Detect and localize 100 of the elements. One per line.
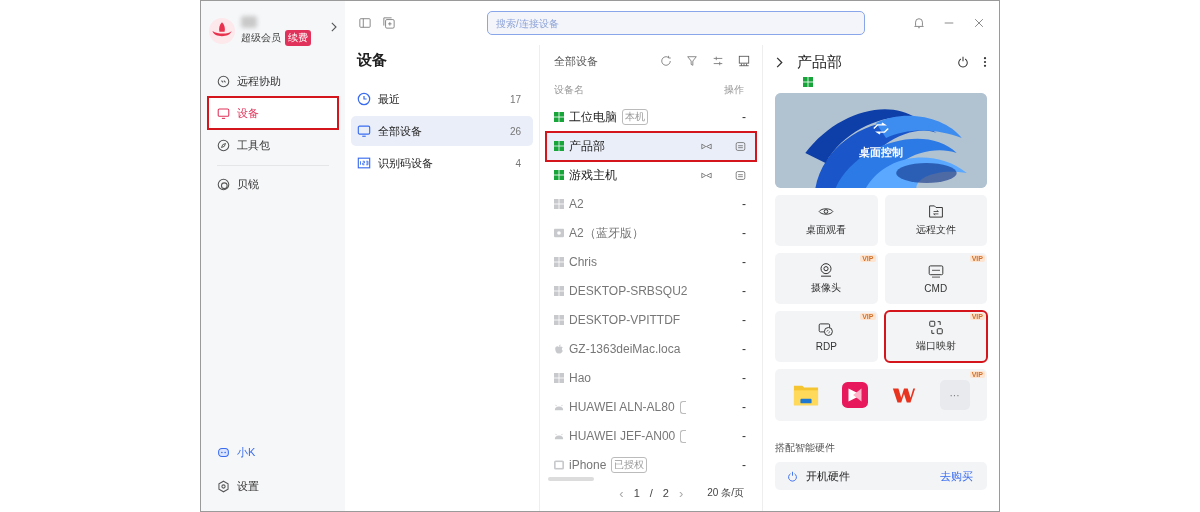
device-name: HUAWEI JEF-AN00 bbox=[569, 429, 676, 444]
windows-icon bbox=[554, 257, 564, 268]
refresh-icon[interactable] bbox=[660, 55, 672, 68]
device-row[interactable]: DESKTOP-VPITTDF - bbox=[546, 305, 756, 335]
device-name: HUAWEI ALN-AL80 bbox=[569, 400, 675, 415]
apple-icon bbox=[554, 344, 564, 355]
device-name: Hao bbox=[569, 371, 591, 386]
desktop-control-button[interactable]: 桌面控制 bbox=[775, 93, 987, 188]
page-size-select[interactable]: 20 条/页 bbox=[707, 486, 744, 501]
search-field[interactable]: 搜索/连接设备 bbox=[487, 11, 865, 35]
compass-icon bbox=[217, 138, 230, 152]
device-name: DESKTOP-SRBSQU2 bbox=[569, 284, 688, 299]
remote-control-icon[interactable] bbox=[701, 169, 712, 181]
action-tile[interactable]: 桌面观看 bbox=[775, 195, 878, 246]
clock-icon bbox=[357, 92, 371, 106]
renew-badge[interactable]: 续费 bbox=[285, 30, 311, 46]
device-name: Chris bbox=[569, 255, 597, 270]
chevron-right-icon[interactable] bbox=[330, 22, 337, 32]
device-row[interactable]: A2（蓝牙版） - bbox=[546, 218, 756, 248]
windows-icon bbox=[554, 141, 564, 152]
windows-icon bbox=[554, 170, 564, 181]
terminal-icon bbox=[927, 263, 944, 279]
action-dash: - bbox=[742, 342, 746, 357]
sidebar-item[interactable]: 设备 bbox=[209, 98, 337, 128]
action-tile[interactable]: 远程文件 bbox=[884, 195, 987, 246]
horizontal-scrollbar[interactable] bbox=[548, 476, 594, 481]
power-icon[interactable] bbox=[957, 56, 969, 68]
device-row[interactable]: iPhone 已授权 - bbox=[546, 450, 756, 480]
file-transfer-icon[interactable] bbox=[735, 169, 746, 181]
more-icon[interactable] bbox=[983, 56, 987, 68]
more-apps-button[interactable]: ··· bbox=[939, 380, 970, 410]
hero-label: 桌面控制 bbox=[859, 144, 903, 160]
group-item[interactable]: 全部设备 26 bbox=[351, 116, 533, 146]
windows-icon bbox=[554, 315, 564, 326]
bell-icon[interactable] bbox=[913, 17, 925, 29]
sidebar-toggle-icon[interactable] bbox=[359, 17, 371, 29]
device-row[interactable]: 游戏主机 bbox=[546, 160, 756, 190]
group-item[interactable]: 最近 17 bbox=[351, 84, 533, 114]
device-row[interactable]: GZ-1363deiMac.loca - bbox=[546, 334, 756, 364]
new-window-icon[interactable] bbox=[383, 17, 395, 29]
sidebar-item[interactable]: 设置 bbox=[209, 471, 337, 501]
close-icon[interactable] bbox=[973, 17, 985, 29]
folder-icon bbox=[927, 204, 944, 219]
device-row[interactable]: HUAWEI ALN-AL80 - bbox=[546, 392, 756, 422]
total-pages: 2 bbox=[662, 487, 669, 500]
membership-label: 超级会员 bbox=[241, 31, 281, 45]
column-header: 设备名 bbox=[554, 83, 584, 98]
link-icon bbox=[217, 74, 230, 88]
device-row[interactable]: 产品部 bbox=[546, 131, 756, 161]
action-dash: - bbox=[742, 458, 746, 473]
device-tag: 本机 bbox=[622, 109, 648, 126]
device-name: iPhone bbox=[569, 458, 607, 473]
sort-icon[interactable] bbox=[712, 55, 724, 68]
device-name: 工位电脑 bbox=[569, 108, 617, 126]
device-row[interactable]: Hao - bbox=[546, 363, 756, 393]
action-dash: - bbox=[742, 284, 746, 299]
avatar-logo[interactable] bbox=[209, 18, 235, 44]
windows-icon bbox=[554, 286, 564, 297]
device-name: 游戏主机 bbox=[569, 166, 617, 184]
device-name: A2 bbox=[569, 197, 584, 212]
device-name: 产品部 bbox=[569, 137, 605, 155]
remote-control-icon[interactable] bbox=[701, 140, 712, 152]
device-row[interactable]: DESKTOP-SRBSQU2 - bbox=[546, 276, 756, 306]
port-mapping-icon bbox=[927, 320, 944, 335]
ring-icon bbox=[217, 177, 230, 191]
device-row[interactable]: Chris - bbox=[546, 247, 756, 277]
file-transfer-icon[interactable] bbox=[735, 140, 746, 152]
monitor-icon bbox=[357, 124, 371, 138]
remote-desktop-icon bbox=[818, 321, 835, 337]
section-title: 设备 bbox=[357, 51, 388, 70]
action-dash: - bbox=[742, 110, 746, 125]
device-name: GZ-1363deiMac.loca bbox=[569, 342, 681, 357]
windows-icon bbox=[554, 199, 564, 210]
device-row[interactable]: A2 - bbox=[546, 189, 756, 219]
sidebar-item[interactable]: 远程协助 bbox=[209, 66, 337, 96]
device-tag: 已授权 bbox=[611, 457, 648, 474]
action-dash: - bbox=[742, 197, 746, 212]
filter-icon[interactable] bbox=[686, 55, 698, 68]
hardware-label: 开机硬件 bbox=[806, 468, 851, 484]
action-dash: - bbox=[742, 429, 746, 444]
chevron-right-icon[interactable] bbox=[775, 56, 783, 68]
buy-link[interactable]: 去购买 bbox=[940, 468, 973, 484]
action-dash: - bbox=[742, 371, 746, 386]
sidebar-item[interactable]: 工具包 bbox=[209, 130, 337, 160]
current-page: 1 bbox=[633, 487, 640, 500]
hardware-heading: 搭配智能硬件 bbox=[775, 441, 836, 455]
app-icon[interactable] bbox=[841, 382, 868, 408]
power-icon bbox=[787, 470, 798, 482]
device-row[interactable]: 工位电脑 本机 - bbox=[546, 102, 756, 132]
action-dash: - bbox=[742, 313, 746, 328]
sidebar-item[interactable]: 贝锐 bbox=[209, 169, 337, 199]
device-title: 产品部 bbox=[797, 52, 843, 72]
group-item[interactable]: 识别码设备 4 bbox=[351, 148, 533, 178]
robot-icon bbox=[217, 445, 230, 459]
sidebar-item[interactable]: 小K bbox=[209, 437, 337, 467]
device-row[interactable]: HUAWEI JEF-AN00 - bbox=[546, 421, 756, 451]
view-mode-icon[interactable] bbox=[738, 55, 750, 68]
monitor-icon bbox=[217, 106, 230, 120]
column-header: 操作 bbox=[724, 83, 744, 98]
device-name: DESKTOP-VPITTDF bbox=[569, 313, 681, 328]
